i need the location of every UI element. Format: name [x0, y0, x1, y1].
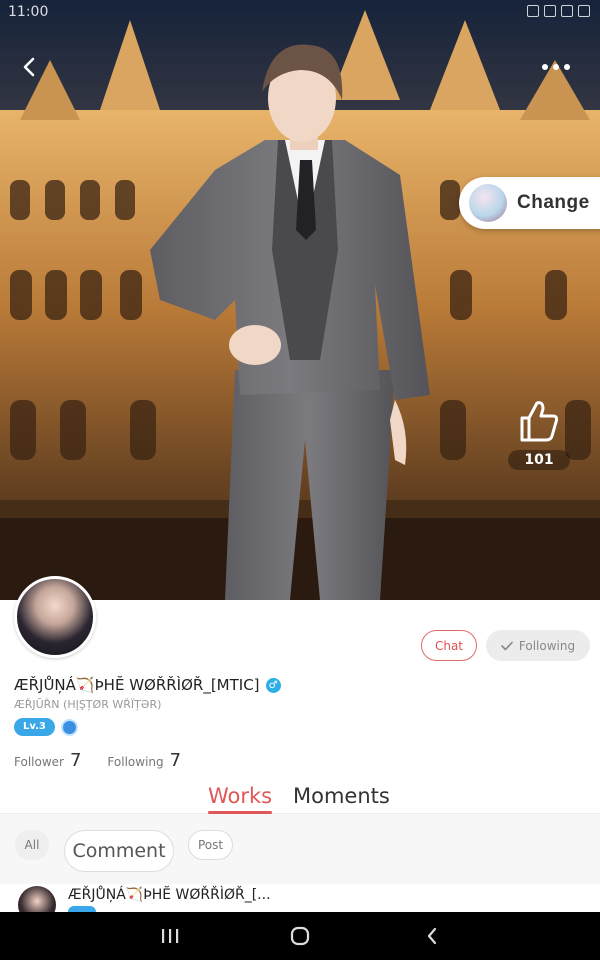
like-count: 101: [508, 450, 570, 470]
like-button[interactable]: 101: [506, 398, 570, 472]
username-row: ÆŘJŮŅÁ🏹ÞHĔ WØŘŘÌØŘ_[MTIC] ♂: [14, 676, 281, 694]
signal-icon: [561, 5, 573, 17]
more-dots-icon: [542, 64, 548, 70]
back-arrow-icon: [23, 57, 35, 77]
status-bar: 11:00: [0, 0, 600, 26]
list-item[interactable]: ÆŘJŮŅÁ🏹ÞHĔ WØŘŘÌØŘ_[...: [0, 884, 600, 912]
username: ÆŘJŮŅÁ🏹ÞHĔ WØŘŘÌØŘ_[MTIC]: [14, 676, 260, 694]
avatar[interactable]: [14, 576, 96, 658]
nav-back-button[interactable]: [412, 922, 452, 950]
tab-moments[interactable]: Moments: [293, 784, 390, 808]
parliament-building-scene: [0, 0, 600, 600]
vip-badge-icon[interactable]: [60, 718, 78, 736]
status-time: 11:00: [8, 4, 49, 20]
filter-all[interactable]: All: [15, 830, 49, 860]
more-options-button[interactable]: [536, 52, 576, 82]
male-icon: ♂: [265, 677, 281, 693]
change-avatar-thumbnail: [469, 184, 507, 222]
following-label[interactable]: Following: [107, 755, 163, 769]
thumbs-up-icon: [520, 401, 559, 442]
content-tabs: Works Moments: [0, 780, 600, 814]
profile-hero-background: 11:00 Change 101: [0, 0, 600, 600]
badges: Lv.3: [14, 718, 78, 736]
chat-button[interactable]: Chat: [421, 630, 477, 661]
following-button-label: Following: [518, 638, 576, 653]
back-button[interactable]: [12, 50, 46, 84]
check-icon: [501, 641, 513, 650]
status-icons: [527, 5, 590, 17]
home-button[interactable]: [280, 922, 320, 950]
tab-works[interactable]: Works: [208, 784, 273, 814]
follower-count[interactable]: 7: [70, 750, 81, 771]
change-outfit-button[interactable]: Change: [459, 177, 600, 229]
following-count[interactable]: 7: [170, 750, 181, 771]
system-nav-bar: [0, 912, 600, 960]
change-label: Change: [517, 192, 590, 213]
wifi-icon: [544, 5, 556, 17]
filter-comment[interactable]: Comment: [64, 830, 174, 872]
home-icon: [290, 926, 310, 946]
follower-label[interactable]: Follower: [14, 755, 64, 769]
filter-post[interactable]: Post: [188, 830, 233, 860]
recents-button[interactable]: [150, 922, 190, 950]
nav-back-icon: [427, 927, 437, 945]
following-button[interactable]: Following: [486, 630, 590, 661]
post-author: ÆŘJŮŅÁ🏹ÞHĔ WØŘŘÌØŘ_[...: [68, 887, 271, 903]
profile-panel: Chat Following ÆŘJŮŅÁ🏹ÞHĔ WØŘŘÌØŘ_[MTIC]…: [0, 576, 600, 912]
recents-icon: [162, 929, 179, 943]
level-badge[interactable]: Lv.3: [14, 718, 55, 736]
profile-subtitle: ÆŘJŨŘN (HĮŞȚØR WŘÏȚƏR): [14, 698, 162, 711]
alarm-icon: [527, 5, 539, 17]
post-avatar[interactable]: [18, 886, 56, 912]
follow-stats: Follower 7 Following 7: [14, 750, 207, 771]
battery-icon: [578, 5, 590, 17]
